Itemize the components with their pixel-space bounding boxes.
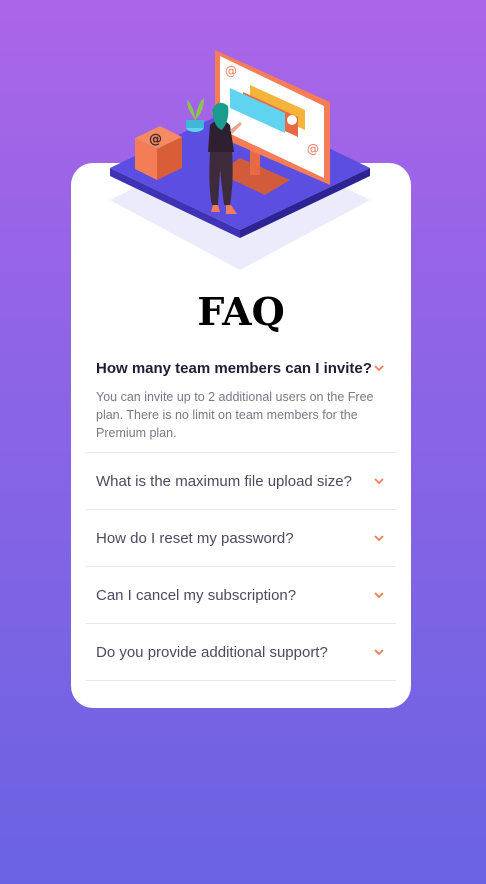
faq-question-text: How do I reset my password? (96, 529, 294, 547)
faq-question-button[interactable]: Do you provide additional support? (86, 624, 396, 680)
chevron-down-icon (372, 590, 386, 600)
svg-text:@: @ (149, 132, 162, 147)
faq-question-button[interactable]: Can I cancel my subscription? (86, 567, 396, 623)
chevron-down-icon (372, 476, 386, 486)
faq-question-text: Can I cancel my subscription? (96, 586, 297, 604)
faq-answer-text: You can invite up to 2 additional users … (96, 390, 374, 440)
faq-item: Do you provide additional support? (86, 624, 396, 681)
faq-question-text: Do you provide additional support? (96, 643, 328, 661)
chevron-down-icon (372, 647, 386, 657)
faq-question-text: What is the maximum file upload size? (96, 472, 352, 490)
chevron-down-icon (372, 533, 386, 543)
faq-item: Can I cancel my subscription? (86, 567, 396, 624)
faq-question-button[interactable]: What is the maximum file upload size? (86, 453, 396, 509)
faq-question-text: How many team members can I invite? (96, 359, 372, 377)
faq-item: How many team members can I invite? You … (86, 348, 396, 453)
faq-list: How many team members can I invite? You … (86, 348, 396, 681)
faq-item: How do I reset my password? (86, 510, 396, 567)
woman-online-illustration: @ @ @ (110, 50, 370, 270)
faq-question-button[interactable]: How many team members can I invite? (86, 348, 396, 388)
chevron-down-icon (372, 363, 386, 373)
svg-text:@: @ (307, 142, 319, 156)
svg-text:@: @ (225, 64, 237, 78)
page-title: FAQ (197, 289, 285, 334)
faq-question-button[interactable]: How do I reset my password? (86, 510, 396, 566)
faq-item: What is the maximum file upload size? (86, 453, 396, 510)
